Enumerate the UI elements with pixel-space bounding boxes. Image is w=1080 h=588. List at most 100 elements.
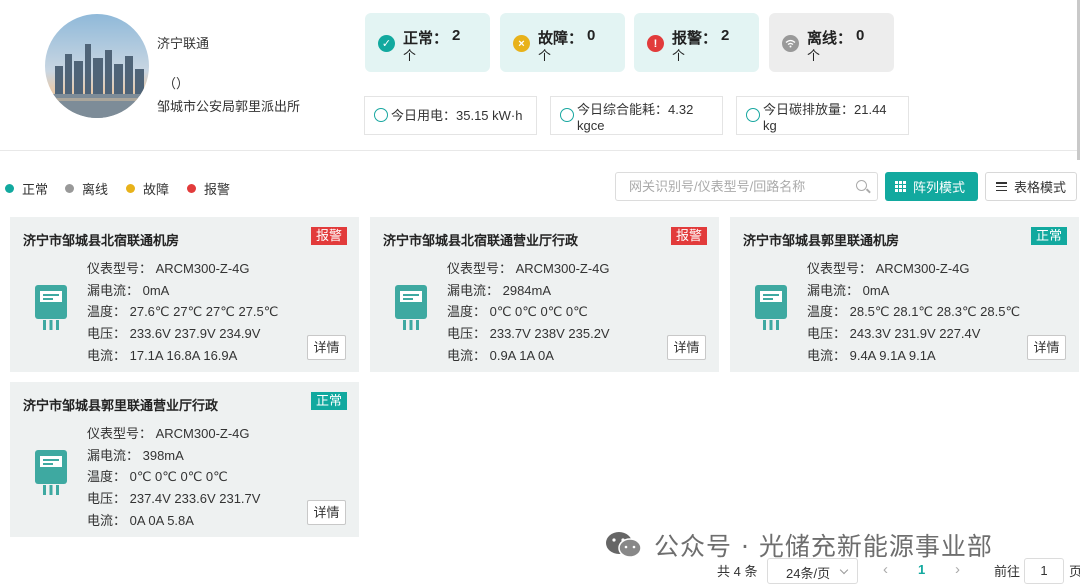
card-current: 电流： 17.1A 16.8A 16.9A (87, 347, 238, 363)
card-voltage: 电压： 233.7V 238V 235.2V (447, 326, 610, 342)
card-model: 仪表型号： ARCM300-Z-4G (447, 261, 610, 276)
energy-carbon-text: 今日碳排放量：21.44 kg (763, 102, 887, 134)
card-voltage: 电压： 243.3V 231.9V 227.4V (807, 326, 981, 342)
legend-label: 故障 (143, 182, 170, 197)
check-circle-icon: ✓ (378, 35, 395, 52)
next-page-icon[interactable]: › (955, 561, 960, 578)
energy-carbon-unit: kg (763, 118, 777, 133)
energy-consumption-text: 今日综合能耗：4.32 kgce (577, 102, 693, 134)
array-mode-label: 阵列模式 (913, 180, 966, 195)
legend-offline: 离线 (65, 179, 108, 198)
device-card: 济宁市邹城县郭里联通机房 正常 仪表型号： ARCM300-Z-4G 漏电流： … (730, 217, 1079, 372)
lightning-icon (374, 108, 388, 122)
page-size-value: 24条/页 (786, 566, 831, 581)
current-page[interactable]: 1 (918, 562, 925, 577)
org-subtitle: （） (163, 76, 190, 91)
energy-consumption-value: 今日综合能耗：4.32 (577, 102, 694, 117)
alarm-exclamation-icon: ! (647, 35, 664, 52)
energy-icon (560, 108, 574, 122)
legend-alarm: 报警 (187, 179, 230, 198)
detail-button[interactable]: 详情 (1027, 335, 1066, 360)
meter-icon (395, 285, 427, 330)
stat-value: 0 (856, 27, 865, 44)
page-suffix: 页 (1069, 564, 1080, 579)
goto-label: 前往 (994, 564, 1021, 579)
stat-unit: 个 (403, 48, 417, 63)
card-temperature: 温度： 27.6℃ 27℃ 27℃ 27.5℃ (87, 304, 279, 320)
card-current: 电流： 0A 0A 5.8A (87, 512, 194, 528)
org-address: 邹城市公安局郭里派出所 (157, 99, 301, 114)
prev-page-icon[interactable]: ‹ (883, 561, 888, 578)
table-mode-label: 表格模式 (1014, 180, 1067, 195)
card-leakage: 漏电流： 398mA (87, 447, 184, 463)
status-badge: 报警 (310, 227, 347, 245)
legend-label: 离线 (82, 182, 109, 197)
status-badge: 正常 (310, 392, 347, 410)
carbon-icon (746, 108, 760, 122)
wechat-icon (604, 530, 644, 560)
page-size-select[interactable]: 24条/页 (767, 558, 858, 584)
detail-button[interactable]: 详情 (667, 335, 706, 360)
card-details: 仪表型号： ARCM300-Z-4G 漏电流： 0mA 温度： 28.5℃ 28… (807, 258, 1020, 367)
stat-fault[interactable]: × 故障： 0 个 (500, 13, 625, 72)
search-box[interactable] (615, 172, 878, 201)
detail-button[interactable]: 详情 (307, 500, 346, 525)
search-icon[interactable] (856, 180, 867, 191)
energy-consumption: 今日综合能耗：4.32 kgce (550, 96, 723, 135)
device-card: 济宁市邹城县北宿联通营业厅行政 报警 仪表型号： ARCM300-Z-4G 漏电… (370, 217, 719, 372)
card-leakage: 漏电流： 0mA (87, 282, 170, 298)
card-temperature: 温度： 28.5℃ 28.1℃ 28.3℃ 28.5℃ (807, 304, 1021, 320)
divider (0, 150, 1080, 151)
status-badge: 正常 (1030, 227, 1067, 245)
card-title: 济宁市邹城县北宿联通机房 (23, 233, 180, 248)
status-badge: 报警 (670, 227, 707, 245)
energy-power-text: 今日用电：35.15 kW·h (391, 108, 523, 123)
card-model: 仪表型号： ARCM300-Z-4G (807, 261, 970, 276)
card-current: 电流： 0.9A 1A 0A (447, 347, 554, 363)
energy-carbon-value: 今日碳排放量：21.44 (763, 102, 887, 117)
card-voltage: 电压： 237.4V 233.6V 231.7V (87, 491, 261, 507)
stat-value: 0 (587, 27, 596, 44)
card-temperature: 温度： 0℃ 0℃ 0℃ 0℃ (87, 469, 228, 485)
card-details: 仪表型号： ARCM300-Z-4G 漏电流： 2984mA 温度： 0℃ 0℃… (447, 258, 610, 367)
legend-dot (187, 184, 196, 193)
stat-unit: 个 (672, 48, 686, 63)
device-card: 济宁市邹城县北宿联通机房 报警 仪表型号： ARCM300-Z-4G 漏电流： … (10, 217, 359, 372)
card-leakage: 漏电流： 2984mA (447, 282, 552, 298)
stat-normal[interactable]: ✓ 正常： 2 个 (365, 13, 490, 72)
stat-offline[interactable]: 离线： 0 个 (769, 13, 894, 72)
device-card: 济宁市邹城县郭里联通营业厅行政 正常 仪表型号： ARCM300-Z-4G 漏电… (10, 382, 359, 537)
energy-consumption-unit: kgce (577, 118, 605, 133)
meter-icon (755, 285, 787, 330)
search-input[interactable] (629, 179, 849, 194)
stat-alarm[interactable]: ! 报警： 2 个 (634, 13, 759, 72)
meter-icon (35, 450, 67, 495)
pagination-total: 共 4 条 (717, 564, 758, 579)
legend-dot (126, 184, 135, 193)
page: 济宁联通 （） 邹城市公安局郭里派出所 ✓ 正常： 2 个 × 故障： 0 个 … (0, 0, 1080, 588)
card-title: 济宁市邹城县郭里联通营业厅行政 (23, 398, 219, 413)
card-title: 济宁市邹城县北宿联通营业厅行政 (383, 233, 579, 248)
card-details: 仪表型号： ARCM300-Z-4G 漏电流： 0mA 温度： 27.6℃ 27… (87, 258, 278, 367)
array-mode-button[interactable]: 阵列模式 (885, 172, 978, 201)
card-voltage: 电压： 233.6V 237.9V 234.9V (87, 326, 261, 342)
fault-x-icon: × (513, 35, 530, 52)
energy-carbon: 今日碳排放量：21.44 kg (736, 96, 909, 135)
legend-dot (65, 184, 74, 193)
stat-value: 2 (452, 27, 461, 44)
card-model: 仪表型号： ARCM300-Z-4G (87, 426, 250, 441)
avatar (45, 14, 149, 118)
legend-label: 报警 (204, 182, 231, 197)
card-temperature: 温度： 0℃ 0℃ 0℃ 0℃ (447, 304, 588, 320)
table-mode-button[interactable]: 表格模式 (985, 172, 1077, 201)
goto-page-input[interactable]: 1 (1024, 558, 1064, 584)
energy-power: 今日用电：35.15 kW·h (364, 96, 537, 135)
legend-normal: 正常 (5, 179, 48, 198)
stat-value: 2 (721, 27, 730, 44)
card-current: 电流： 9.4A 9.1A 9.1A (807, 347, 936, 363)
detail-button[interactable]: 详情 (307, 335, 346, 360)
list-icon (996, 182, 1007, 191)
legend-fault: 故障 (126, 179, 169, 198)
card-model: 仪表型号： ARCM300-Z-4G (87, 261, 250, 276)
legend-label: 正常 (22, 182, 49, 197)
